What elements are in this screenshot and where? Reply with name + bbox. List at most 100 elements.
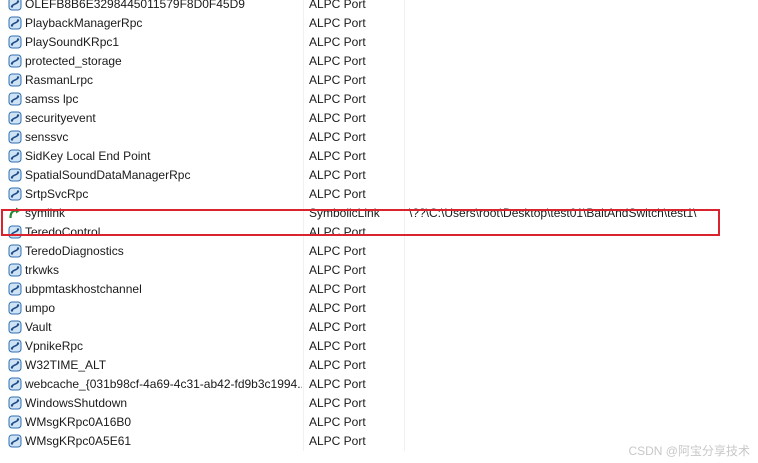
- watermark: CSDN @阿宝分享技术: [628, 444, 750, 458]
- name-cell: RasmanLrpc: [6, 71, 302, 90]
- object-name: SrtpSvcRpc: [25, 187, 89, 201]
- object-type: ALPC Port: [309, 92, 366, 106]
- alpc-port-icon: [8, 339, 22, 353]
- object-type: ALPC Port: [309, 35, 366, 49]
- object-name: WindowsShutdown: [25, 396, 128, 410]
- object-name: webcache_{031b98cf-4a69-4c31-ab42-fd9b3c…: [25, 377, 302, 391]
- alpc-port-icon: [8, 358, 22, 372]
- object-name: SpatialSoundDataManagerRpc: [25, 168, 191, 182]
- object-name: WMsgKRpc0A16B0: [25, 415, 132, 429]
- object-type: ALPC Port: [309, 130, 366, 144]
- object-name: samss lpc: [25, 92, 79, 106]
- name-cell: symlink: [6, 204, 302, 223]
- list-item[interactable]: securityevent ALPC Port: [0, 109, 758, 128]
- list-item[interactable]: WMsgKRpc0A16B0 ALPC Port: [0, 413, 758, 432]
- name-cell: samss lpc: [6, 90, 302, 109]
- object-type: ALPC Port: [309, 225, 366, 239]
- list-item[interactable]: TeredoDiagnostics ALPC Port: [0, 242, 758, 261]
- alpc-port-icon: [8, 111, 22, 125]
- symlink-target: [409, 147, 758, 166]
- list-item[interactable]: ubpmtaskhostchannel ALPC Port: [0, 280, 758, 299]
- name-cell: WindowsShutdown: [6, 394, 302, 413]
- list-item[interactable]: SidKey Local End Point ALPC Port: [0, 147, 758, 166]
- symlink-target: [409, 128, 758, 147]
- name-cell: SrtpSvcRpc: [6, 185, 302, 204]
- symlink-target: [409, 185, 758, 204]
- alpc-port-icon: [8, 263, 22, 277]
- symlink-target: [409, 318, 758, 337]
- object-type: ALPC Port: [309, 111, 366, 125]
- symlink-target: [409, 299, 758, 318]
- object-type: ALPC Port: [309, 301, 366, 315]
- object-type: ALPC Port: [309, 396, 366, 410]
- object-name: senssvc: [25, 130, 69, 144]
- name-cell: WMsgKRpc0A16B0: [6, 413, 302, 432]
- object-type: ALPC Port: [309, 320, 366, 334]
- list-item[interactable]: umpo ALPC Port: [0, 299, 758, 318]
- object-name: securityevent: [25, 111, 96, 125]
- object-type: ALPC Port: [309, 358, 366, 372]
- alpc-port-icon: [8, 244, 22, 258]
- alpc-port-icon: [8, 377, 22, 391]
- list-item[interactable]: samss lpc ALPC Port: [0, 90, 758, 109]
- object-name: W32TIME_ALT: [25, 358, 107, 372]
- list-item[interactable]: protected_storage ALPC Port: [0, 52, 758, 71]
- alpc-port-icon: [8, 282, 22, 296]
- object-list: OLEFB8B6E3298445011579F8D0F45D9 ALPC Por…: [0, 0, 758, 451]
- symlink-target: [409, 0, 758, 14]
- name-cell: OLEFB8B6E3298445011579F8D0F45D9: [6, 0, 302, 14]
- name-cell: TeredoControl: [6, 223, 302, 242]
- symlink-target: [409, 52, 758, 71]
- list-item[interactable]: SpatialSoundDataManagerRpc ALPC Port: [0, 166, 758, 185]
- symlink-target: [409, 90, 758, 109]
- list-item[interactable]: VpnikeRpc ALPC Port: [0, 337, 758, 356]
- list-item[interactable]: W32TIME_ALT ALPC Port: [0, 356, 758, 375]
- object-type: ALPC Port: [309, 434, 366, 448]
- object-type: ALPC Port: [309, 282, 366, 296]
- name-cell: PlaySoundKRpc1: [6, 33, 302, 52]
- alpc-port-icon: [8, 415, 22, 429]
- alpc-port-icon: [8, 16, 22, 30]
- alpc-port-icon: [8, 301, 22, 315]
- object-type: ALPC Port: [309, 149, 366, 163]
- object-type: ALPC Port: [309, 377, 366, 391]
- object-type: ALPC Port: [309, 263, 366, 277]
- object-name: protected_storage: [25, 54, 122, 68]
- alpc-port-icon: [8, 35, 22, 49]
- object-name: symlink: [25, 206, 66, 220]
- name-cell: VpnikeRpc: [6, 337, 302, 356]
- list-item[interactable]: RasmanLrpc ALPC Port: [0, 71, 758, 90]
- list-item[interactable]: SrtpSvcRpc ALPC Port: [0, 185, 758, 204]
- object-name: umpo: [25, 301, 56, 315]
- name-cell: protected_storage: [6, 52, 302, 71]
- symlink-target: [409, 413, 758, 432]
- list-item[interactable]: PlaySoundKRpc1 ALPC Port: [0, 33, 758, 52]
- list-item[interactable]: Vault ALPC Port: [0, 318, 758, 337]
- alpc-port-icon: [8, 0, 22, 11]
- object-name: VpnikeRpc: [25, 339, 84, 353]
- object-name: WMsgKRpc0A5E61: [25, 434, 132, 448]
- symlink-target: [409, 166, 758, 185]
- list-item[interactable]: OLEFB8B6E3298445011579F8D0F45D9 ALPC Por…: [0, 0, 758, 14]
- name-cell: Vault: [6, 318, 302, 337]
- name-cell: PlaybackManagerRpc: [6, 14, 302, 33]
- list-item[interactable]: PlaybackManagerRpc ALPC Port: [0, 14, 758, 33]
- list-item[interactable]: symlink SymbolicLink \??\C:\Users\root\D…: [0, 204, 758, 223]
- list-item[interactable]: senssvc ALPC Port: [0, 128, 758, 147]
- list-item[interactable]: TeredoControl ALPC Port: [0, 223, 758, 242]
- object-type: ALPC Port: [309, 244, 366, 258]
- alpc-port-icon: [8, 92, 22, 106]
- list-item[interactable]: webcache_{031b98cf-4a69-4c31-ab42-fd9b3c…: [0, 375, 758, 394]
- alpc-port-icon: [8, 396, 22, 410]
- list-item[interactable]: trkwks ALPC Port: [0, 261, 758, 280]
- object-type: ALPC Port: [309, 415, 366, 429]
- symlink-target: [409, 223, 758, 242]
- symlink-target: [409, 33, 758, 52]
- object-name: Vault: [25, 320, 52, 334]
- symlink-arrow-icon: [9, 207, 21, 219]
- alpc-port-icon: [8, 54, 22, 68]
- object-name: PlaySoundKRpc1: [25, 35, 120, 49]
- list-item[interactable]: WindowsShutdown ALPC Port: [0, 394, 758, 413]
- alpc-port-icon: [8, 73, 22, 87]
- name-cell: webcache_{031b98cf-4a69-4c31-ab42-fd9b3c…: [6, 375, 302, 394]
